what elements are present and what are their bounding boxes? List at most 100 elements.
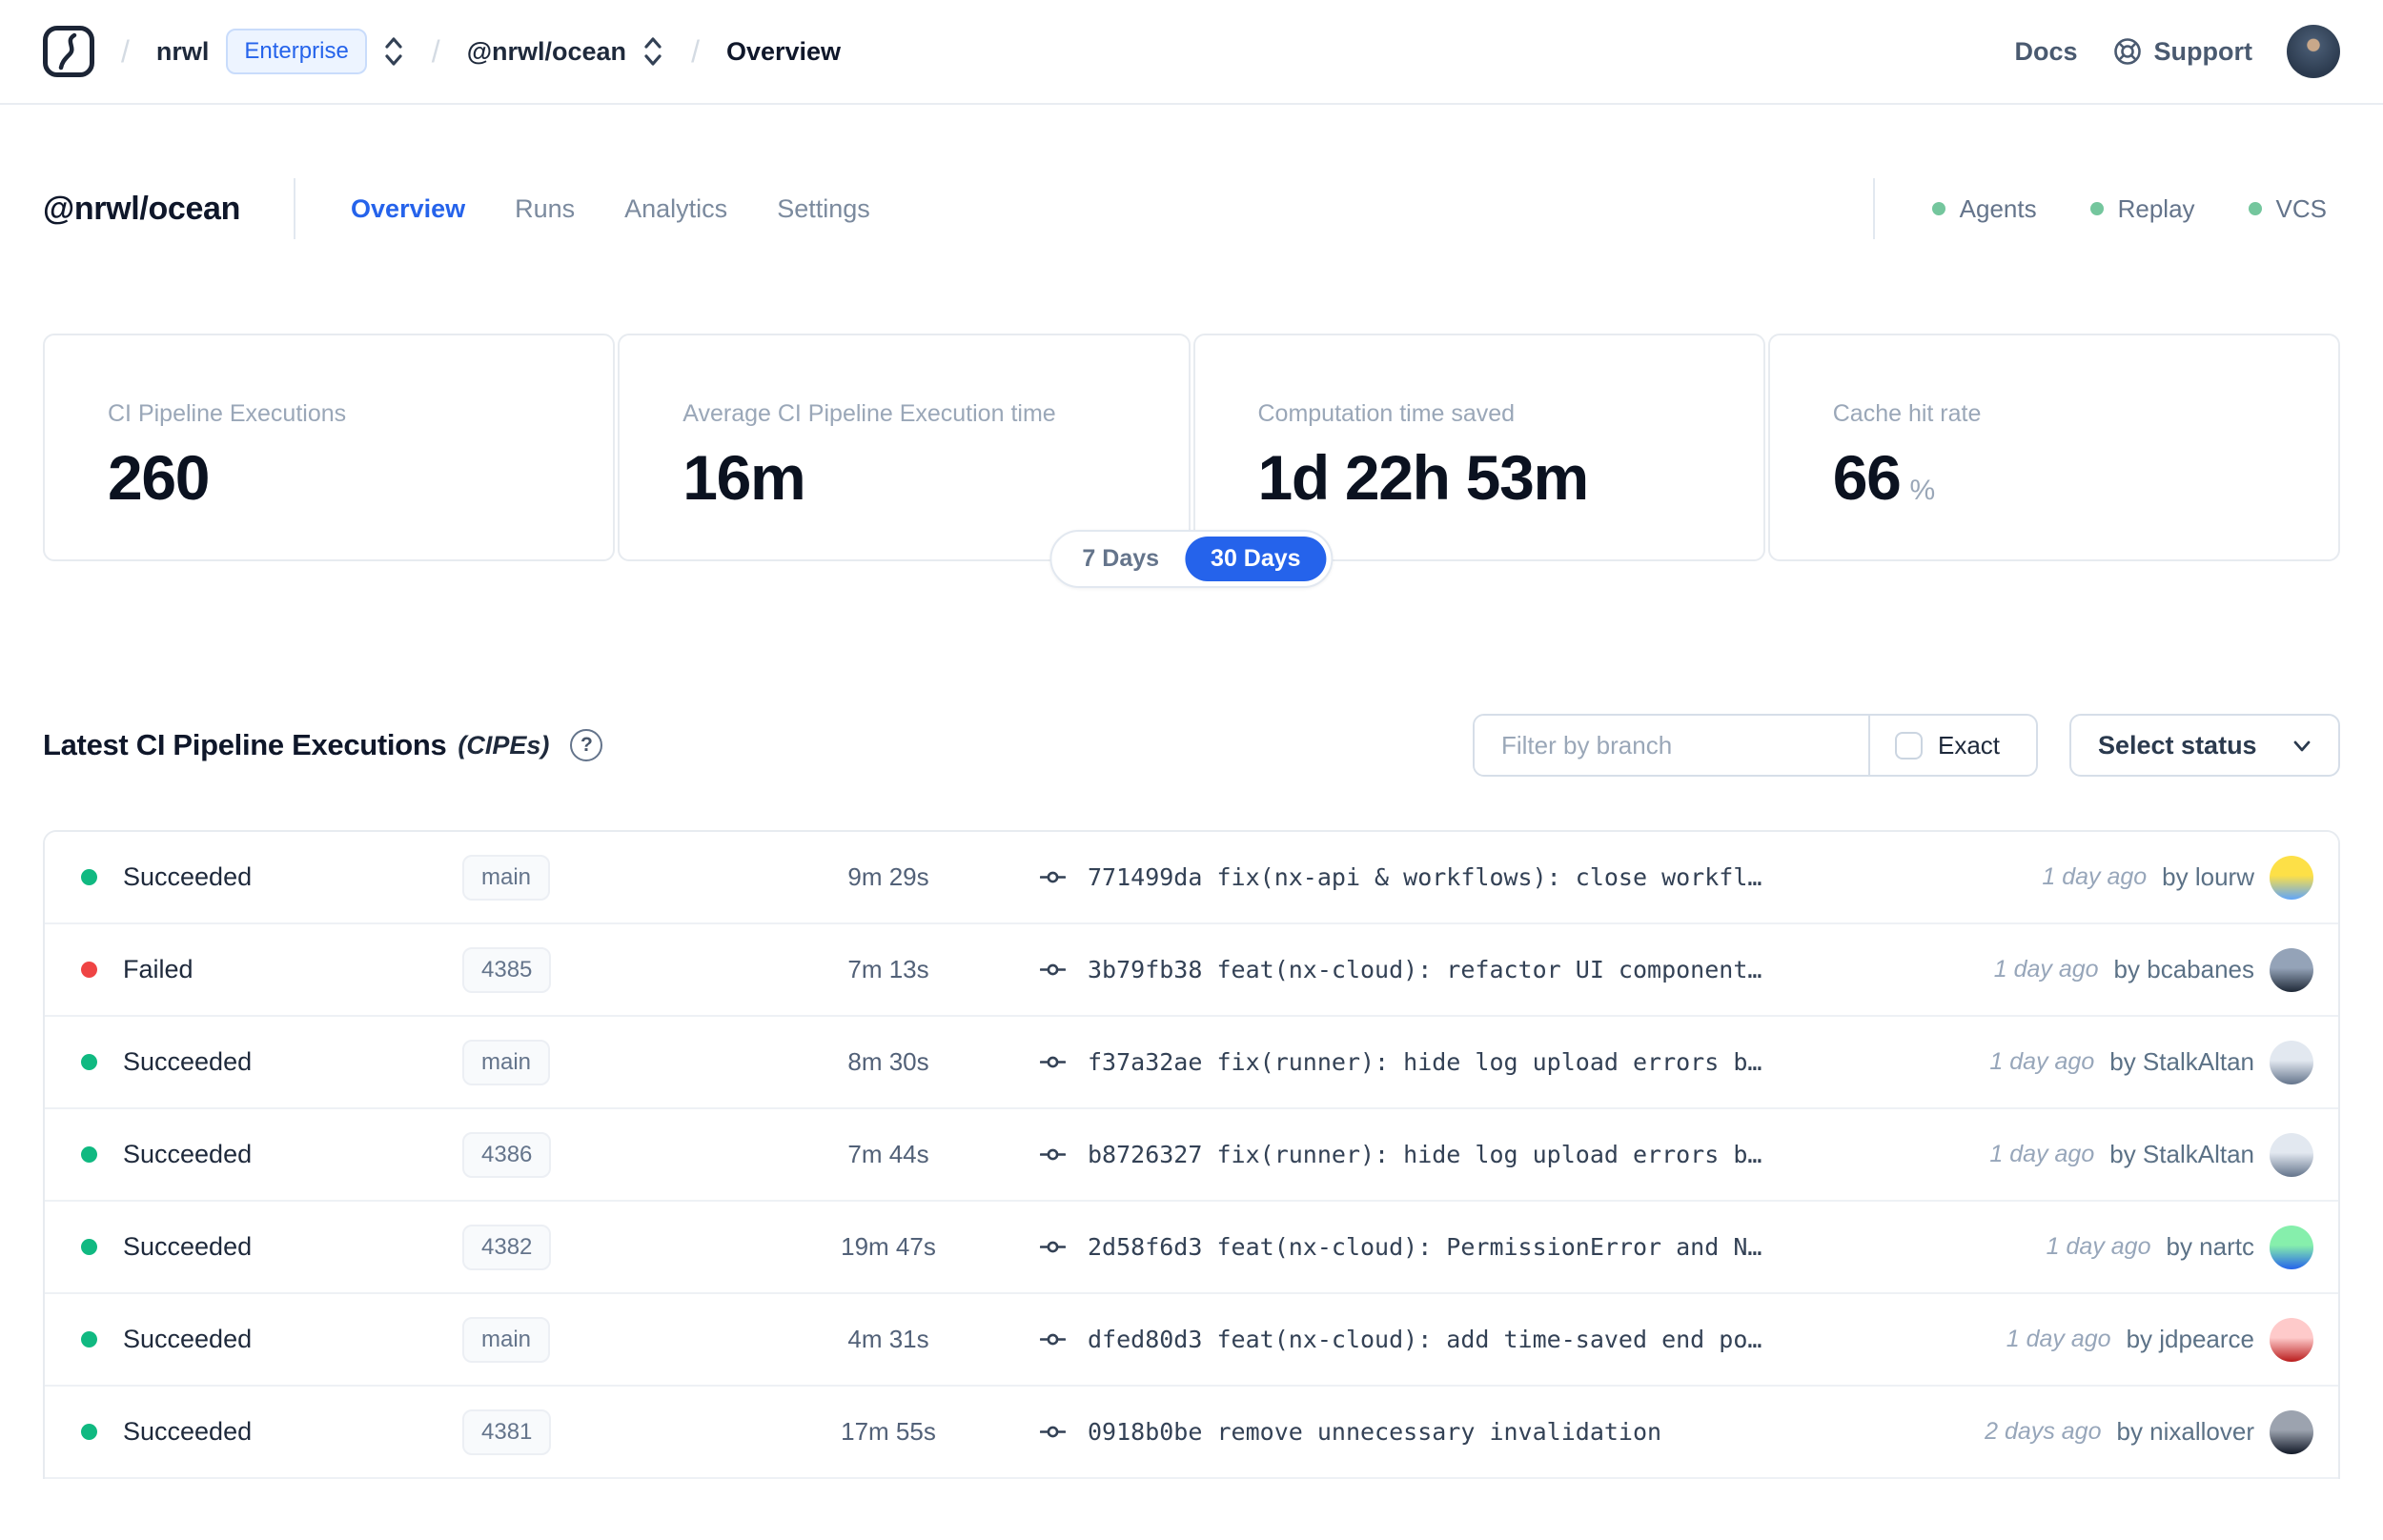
author-avatar: [2270, 947, 2313, 992]
stat-label: Computation time saved: [1257, 400, 1516, 427]
cipe-time: 1 day ago: [2006, 1326, 2111, 1352]
enterprise-badge[interactable]: Enterprise: [226, 29, 367, 74]
user-avatar[interactable]: [2287, 25, 2340, 78]
status-dot-icon: [2089, 202, 2104, 215]
workspace-switcher-chevrons-icon[interactable]: [642, 35, 664, 68]
cipe-row[interactable]: Succeeded 4386 7m 44s b8726327 fix(runne…: [45, 1109, 2338, 1202]
cipe-duration: 7m 13s: [847, 955, 929, 983]
breadcrumb-org[interactable]: nrwl: [156, 37, 210, 67]
nx-cloud-logo-icon[interactable]: [43, 26, 94, 77]
status-select-label: Select status: [2098, 730, 2257, 760]
status-dot-icon: [1931, 202, 1945, 215]
cipe-status: Succeeded: [123, 862, 253, 891]
stats-section: CI Pipeline Executions 260 Average CI Pi…: [43, 334, 2340, 588]
author-avatar: [2270, 1132, 2313, 1177]
stat-label: Average CI Pipeline Execution time: [682, 400, 1056, 427]
commit-message: 771499da fix(nx-api & workflows): close …: [1088, 863, 1762, 891]
tab-runs[interactable]: Runs: [515, 194, 575, 224]
workspace-tabs: Overview Runs Analytics Settings: [351, 194, 870, 224]
tab-analytics[interactable]: Analytics: [624, 194, 727, 224]
range-option-7-days[interactable]: 7 Days: [1056, 537, 1185, 581]
stat-card-computation-time-saved: Computation time saved 1d 22h 53m: [1192, 334, 1765, 561]
commit-message: 2d58f6d3 feat(nx-cloud): PermissionError…: [1088, 1233, 1762, 1261]
cipe-author: by StalkAltan: [2109, 1047, 2254, 1076]
cipe-time: 2 days ago: [1985, 1418, 2102, 1445]
author-avatar: [2270, 1040, 2313, 1084]
cipe-time: 1 day ago: [1989, 1048, 2095, 1075]
cipe-duration: 7m 44s: [847, 1140, 929, 1168]
tab-settings[interactable]: Settings: [777, 194, 870, 224]
cipe-author: by nixallover: [2116, 1417, 2254, 1446]
divider: [1872, 178, 1875, 239]
stat-value: 1d 22h 53m: [1257, 442, 1590, 513]
branch-filter-input[interactable]: [1475, 716, 1868, 775]
support-label: Support: [2153, 36, 2252, 66]
commit-message: 3b79fb38 feat(nx-cloud): refactor UI com…: [1088, 956, 1762, 983]
cipe-duration: 19m 47s: [841, 1232, 936, 1261]
cipe-time: 1 day ago: [1989, 1141, 2095, 1167]
breadcrumb-workspace[interactable]: @nrwl/ocean: [467, 37, 626, 67]
branch-badge: 4381: [462, 1408, 552, 1455]
git-commit-icon: [1040, 957, 1066, 983]
git-commit-icon: [1040, 1142, 1066, 1167]
breadcrumb-separator: /: [121, 33, 130, 69]
docs-link[interactable]: Docs: [2014, 37, 2077, 67]
help-icon[interactable]: ?: [570, 729, 603, 761]
cipe-duration: 17m 55s: [841, 1417, 936, 1446]
branch-badge: 4386: [462, 1131, 552, 1178]
commit-message: b8726327 fix(runner): hide log upload er…: [1088, 1141, 1762, 1168]
indicator-label: VCS: [2275, 193, 2327, 223]
stat-value: 16m: [682, 442, 805, 513]
indicator-agents[interactable]: Agents: [1931, 194, 2037, 224]
author-avatar: [2270, 1225, 2313, 1269]
author-avatar: [2270, 1409, 2313, 1454]
stat-card-ci-pipeline-executions: CI Pipeline Executions 260: [43, 334, 616, 561]
cipe-author: by lourw: [2162, 862, 2254, 891]
commit-message: f37a32ae fix(runner): hide log upload er…: [1088, 1048, 1762, 1076]
cipe-row[interactable]: Succeeded 4382 19m 47s 2d58f6d3 feat(nx-…: [45, 1202, 2338, 1294]
cipes-table: Succeeded main 9m 29s 771499da fix(nx-ap…: [43, 830, 2340, 1479]
date-range-toggle: 7 Days 30 Days: [1049, 530, 1334, 588]
support-link[interactable]: Support: [2112, 36, 2252, 67]
stat-suffix: %: [1909, 475, 1936, 506]
status-dot-icon: [2248, 202, 2262, 215]
status-dot-icon: [81, 1054, 97, 1070]
divider: [294, 178, 296, 239]
author-avatar: [2270, 1317, 2313, 1362]
cipe-row[interactable]: Succeeded 4381 17m 55s 0918b0be remove u…: [45, 1387, 2338, 1479]
exact-checkbox[interactable]: [1895, 731, 1923, 760]
cipe-duration: 4m 31s: [847, 1325, 929, 1353]
status-dot-icon: [81, 1146, 97, 1163]
breadcrumb-separator: /: [431, 33, 440, 69]
git-commit-icon: [1040, 1327, 1066, 1352]
cipe-row[interactable]: Succeeded main 9m 29s 771499da fix(nx-ap…: [45, 832, 2338, 924]
commit-message: 0918b0be remove unnecessary invalidation: [1088, 1418, 1662, 1446]
tab-overview[interactable]: Overview: [351, 194, 465, 224]
breadcrumb-page: Overview: [725, 36, 842, 66]
range-option-30-days[interactable]: 30 Days: [1185, 537, 1327, 581]
exact-label: Exact: [1938, 730, 2001, 760]
stat-card-average-execution-time: Average CI Pipeline Execution time 16m: [618, 334, 1191, 561]
cipes-filters: Exact Select status: [1473, 714, 2340, 777]
cipe-time: 1 day ago: [1993, 956, 2099, 983]
commit-message: dfed80d3 feat(nx-cloud): add time-saved …: [1088, 1326, 1762, 1353]
org-switcher-chevrons-icon[interactable]: [382, 35, 405, 68]
git-commit-icon: [1040, 1234, 1066, 1260]
cipe-status: Failed: [123, 955, 193, 983]
cipe-duration: 8m 30s: [847, 1047, 929, 1076]
status-dot-icon: [81, 1239, 97, 1255]
indicator-vcs[interactable]: VCS: [2248, 193, 2327, 224]
cipe-time: 1 day ago: [2042, 863, 2148, 890]
indicator-replay[interactable]: Replay: [2089, 194, 2195, 224]
cipe-row[interactable]: Succeeded main 8m 30s f37a32ae fix(runne…: [45, 1017, 2338, 1109]
exact-toggle[interactable]: Exact: [1870, 716, 2025, 775]
branch-badge: 4385: [462, 946, 552, 993]
cipe-author: by StalkAltan: [2109, 1140, 2254, 1168]
cipe-row[interactable]: Failed 4385 7m 13s 3b79fb38 feat(nx-clou…: [45, 924, 2338, 1017]
cipes-title: Latest CI Pipeline Executions: [43, 728, 447, 761]
status-select[interactable]: Select status: [2069, 714, 2340, 777]
chevron-down-icon: [2293, 740, 2311, 752]
stat-label: Cache hit rate: [1832, 400, 1982, 427]
cipes-section-bar: Latest CI Pipeline Executions (CIPEs) ? …: [0, 714, 2383, 777]
cipe-row[interactable]: Succeeded main 4m 31s dfed80d3 feat(nx-c…: [45, 1294, 2338, 1387]
